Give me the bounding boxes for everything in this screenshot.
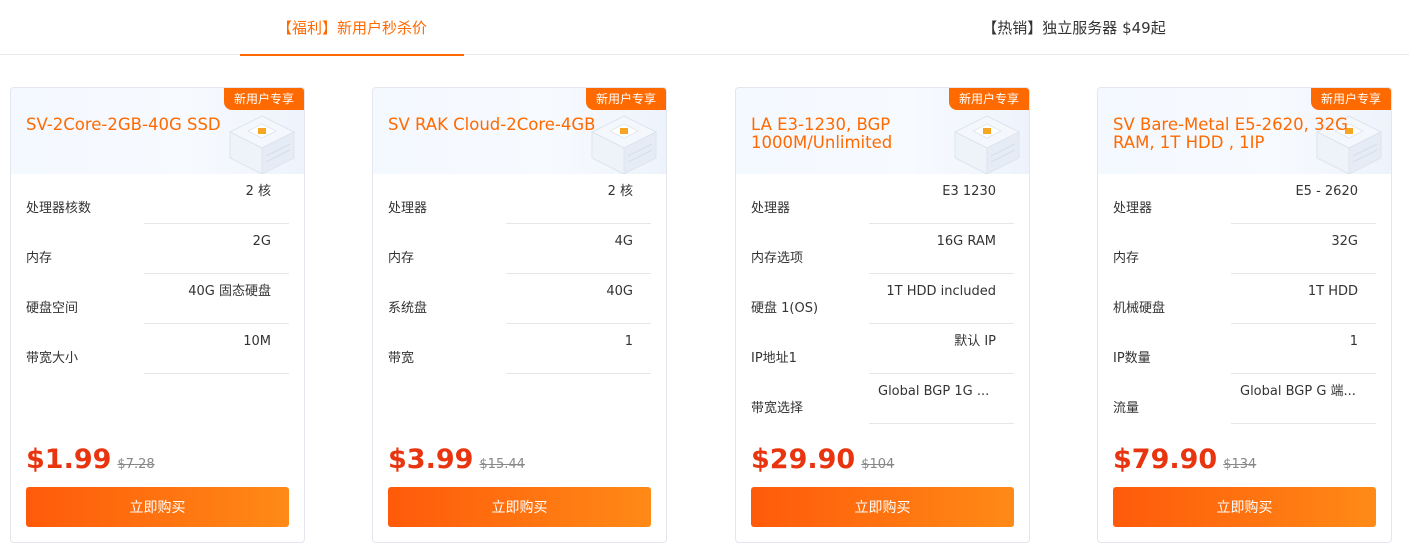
current-price: $29.90 — [751, 444, 856, 475]
spec-value: Global BGP 1G ... — [869, 374, 1014, 424]
spec-value: 2G — [144, 224, 289, 274]
spec-value: E3 1230 — [869, 174, 1014, 224]
new-user-badge: 新用户专享 — [1310, 88, 1391, 110]
spec-label: 系统盘 — [388, 301, 428, 316]
spec-label: 处理器 — [1113, 201, 1153, 216]
current-price: $79.90 — [1113, 444, 1218, 475]
spec-label: 内存 — [388, 251, 415, 266]
original-price: $104 — [861, 457, 895, 472]
spec-value: 2 核 — [506, 174, 651, 224]
spec-label: 机械硬盘 — [1113, 301, 1166, 316]
spec-value: Global BGP G 端... — [1231, 374, 1376, 424]
spec-row: IP数量 1 — [1098, 324, 1391, 374]
buy-now-button[interactable]: 立即购买 — [751, 487, 1014, 527]
spec-row: 内存选项 16G RAM — [736, 224, 1029, 274]
buy-now-button[interactable]: 立即购买 — [388, 487, 651, 527]
original-price: $15.44 — [479, 457, 525, 472]
spec-label: 内存选项 — [751, 251, 804, 266]
original-price: $7.28 — [117, 457, 155, 472]
spec-row: 处理器 2 核 — [373, 174, 666, 224]
tab-dedicated-server[interactable]: 【热销】独立服务器 $49起 — [960, 0, 1188, 55]
spec-value: 1T HDD included — [869, 274, 1014, 324]
product-card-1: 新用户专享 SV-2Core-2GB-40G SSD 处理器核数 2 核 内存 … — [10, 87, 305, 543]
spec-list: 处理器 2 核 内存 4G 系统盘 40G 带宽 1 — [373, 174, 666, 374]
spec-row: 硬盘 1(OS) 1T HDD included — [736, 274, 1029, 324]
spec-row: 系统盘 40G — [373, 274, 666, 324]
buy-now-button[interactable]: 立即购买 — [26, 487, 289, 527]
spec-value: 1T HDD — [1231, 274, 1376, 324]
spec-row: 带宽大小 10M — [11, 324, 304, 374]
card-title: SV-2Core-2GB-40G SSD — [26, 115, 221, 134]
spec-label: IP数量 — [1113, 351, 1151, 366]
spec-label: 处理器核数 — [26, 201, 92, 216]
card-title: SV Bare-Metal E5-2620, 32G RAM, 1T HDD ,… — [1113, 115, 1348, 152]
card-header: 新用户专享 LA E3-1230, BGP 1000M/Unlimited — [736, 88, 1029, 174]
spec-row: 内存 4G — [373, 224, 666, 274]
current-price: $1.99 — [26, 444, 112, 475]
spec-label: 流量 — [1113, 401, 1140, 416]
price-block: $1.99 $7.28 — [26, 444, 155, 478]
spec-label: 硬盘 1(OS) — [751, 301, 819, 316]
spec-value: 2 核 — [144, 174, 289, 224]
spec-row: 带宽选择 Global BGP 1G ... — [736, 374, 1029, 424]
price-block: $79.90 $134 — [1113, 444, 1256, 478]
current-price: $3.99 — [388, 444, 474, 475]
card-header: 新用户专享 SV RAK Cloud-2Core-4GB — [373, 88, 666, 174]
new-user-badge: 新用户专享 — [223, 88, 304, 110]
card-header: 新用户专享 SV-2Core-2GB-40G SSD — [11, 88, 304, 174]
card-title: SV RAK Cloud-2Core-4GB — [388, 115, 596, 134]
spec-row: 流量 Global BGP G 端... — [1098, 374, 1391, 424]
spec-label: 处理器 — [388, 201, 428, 216]
spec-label: 处理器 — [751, 201, 791, 216]
card-title: LA E3-1230, BGP 1000M/Unlimited — [751, 115, 893, 152]
spec-row: 处理器 E5 - 2620 — [1098, 174, 1391, 224]
new-user-badge: 新用户专享 — [948, 88, 1029, 110]
spec-value: 默认 IP — [869, 324, 1014, 374]
spec-value: 10M — [144, 324, 289, 374]
spec-value: 1 — [1231, 324, 1376, 374]
spec-row: IP地址1 默认 IP — [736, 324, 1029, 374]
promo-tabs: 【福利】新用户秒杀价 【热销】独立服务器 $49起 — [0, 0, 1409, 56]
spec-list: 处理器核数 2 核 内存 2G 硬盘空间 40G 固态硬盘 带宽大小 10M — [11, 174, 304, 374]
spec-row: 机械硬盘 1T HDD — [1098, 274, 1391, 324]
spec-value: E5 - 2620 — [1231, 174, 1376, 224]
spec-label: 内存 — [1113, 251, 1140, 266]
spec-label: IP地址1 — [751, 351, 797, 366]
spec-list: 处理器 E5 - 2620 内存 32G 机械硬盘 1T HDD IP数量 1 … — [1098, 174, 1391, 424]
spec-value: 40G — [506, 274, 651, 324]
spec-value: 4G — [506, 224, 651, 274]
original-price: $134 — [1223, 457, 1257, 472]
product-card-4: 新用户专享 SV Bare-Metal E5-2620, 32G RAM, 1T… — [1097, 87, 1392, 543]
spec-row: 内存 2G — [11, 224, 304, 274]
product-card-3: 新用户专享 LA E3-1230, BGP 1000M/Unlimited 处理… — [735, 87, 1030, 543]
spec-value: 1 — [506, 324, 651, 374]
buy-now-button[interactable]: 立即购买 — [1113, 487, 1376, 527]
spec-label: 带宽选择 — [751, 401, 804, 416]
tab-new-user-deal[interactable]: 【福利】新用户秒杀价 — [240, 0, 464, 56]
spec-row: 处理器 E3 1230 — [736, 174, 1029, 224]
spec-value: 32G — [1231, 224, 1376, 274]
spec-value: 40G 固态硬盘 — [144, 274, 289, 324]
spec-label: 内存 — [26, 251, 53, 266]
spec-value: 16G RAM — [869, 224, 1014, 274]
new-user-badge: 新用户专享 — [585, 88, 666, 110]
spec-list: 处理器 E3 1230 内存选项 16G RAM 硬盘 1(OS) 1T HDD… — [736, 174, 1029, 424]
card-header: 新用户专享 SV Bare-Metal E5-2620, 32G RAM, 1T… — [1098, 88, 1391, 174]
spec-row: 内存 32G — [1098, 224, 1391, 274]
spec-label: 带宽大小 — [26, 351, 79, 366]
spec-label: 带宽 — [388, 351, 415, 366]
spec-row: 处理器核数 2 核 — [11, 174, 304, 224]
spec-label: 硬盘空间 — [26, 301, 79, 316]
spec-row: 硬盘空间 40G 固态硬盘 — [11, 274, 304, 324]
spec-row: 带宽 1 — [373, 324, 666, 374]
price-block: $29.90 $104 — [751, 444, 894, 478]
price-block: $3.99 $15.44 — [388, 444, 525, 478]
product-card-2: 新用户专享 SV RAK Cloud-2Core-4GB 处理器 2 核 内存 … — [372, 87, 667, 543]
